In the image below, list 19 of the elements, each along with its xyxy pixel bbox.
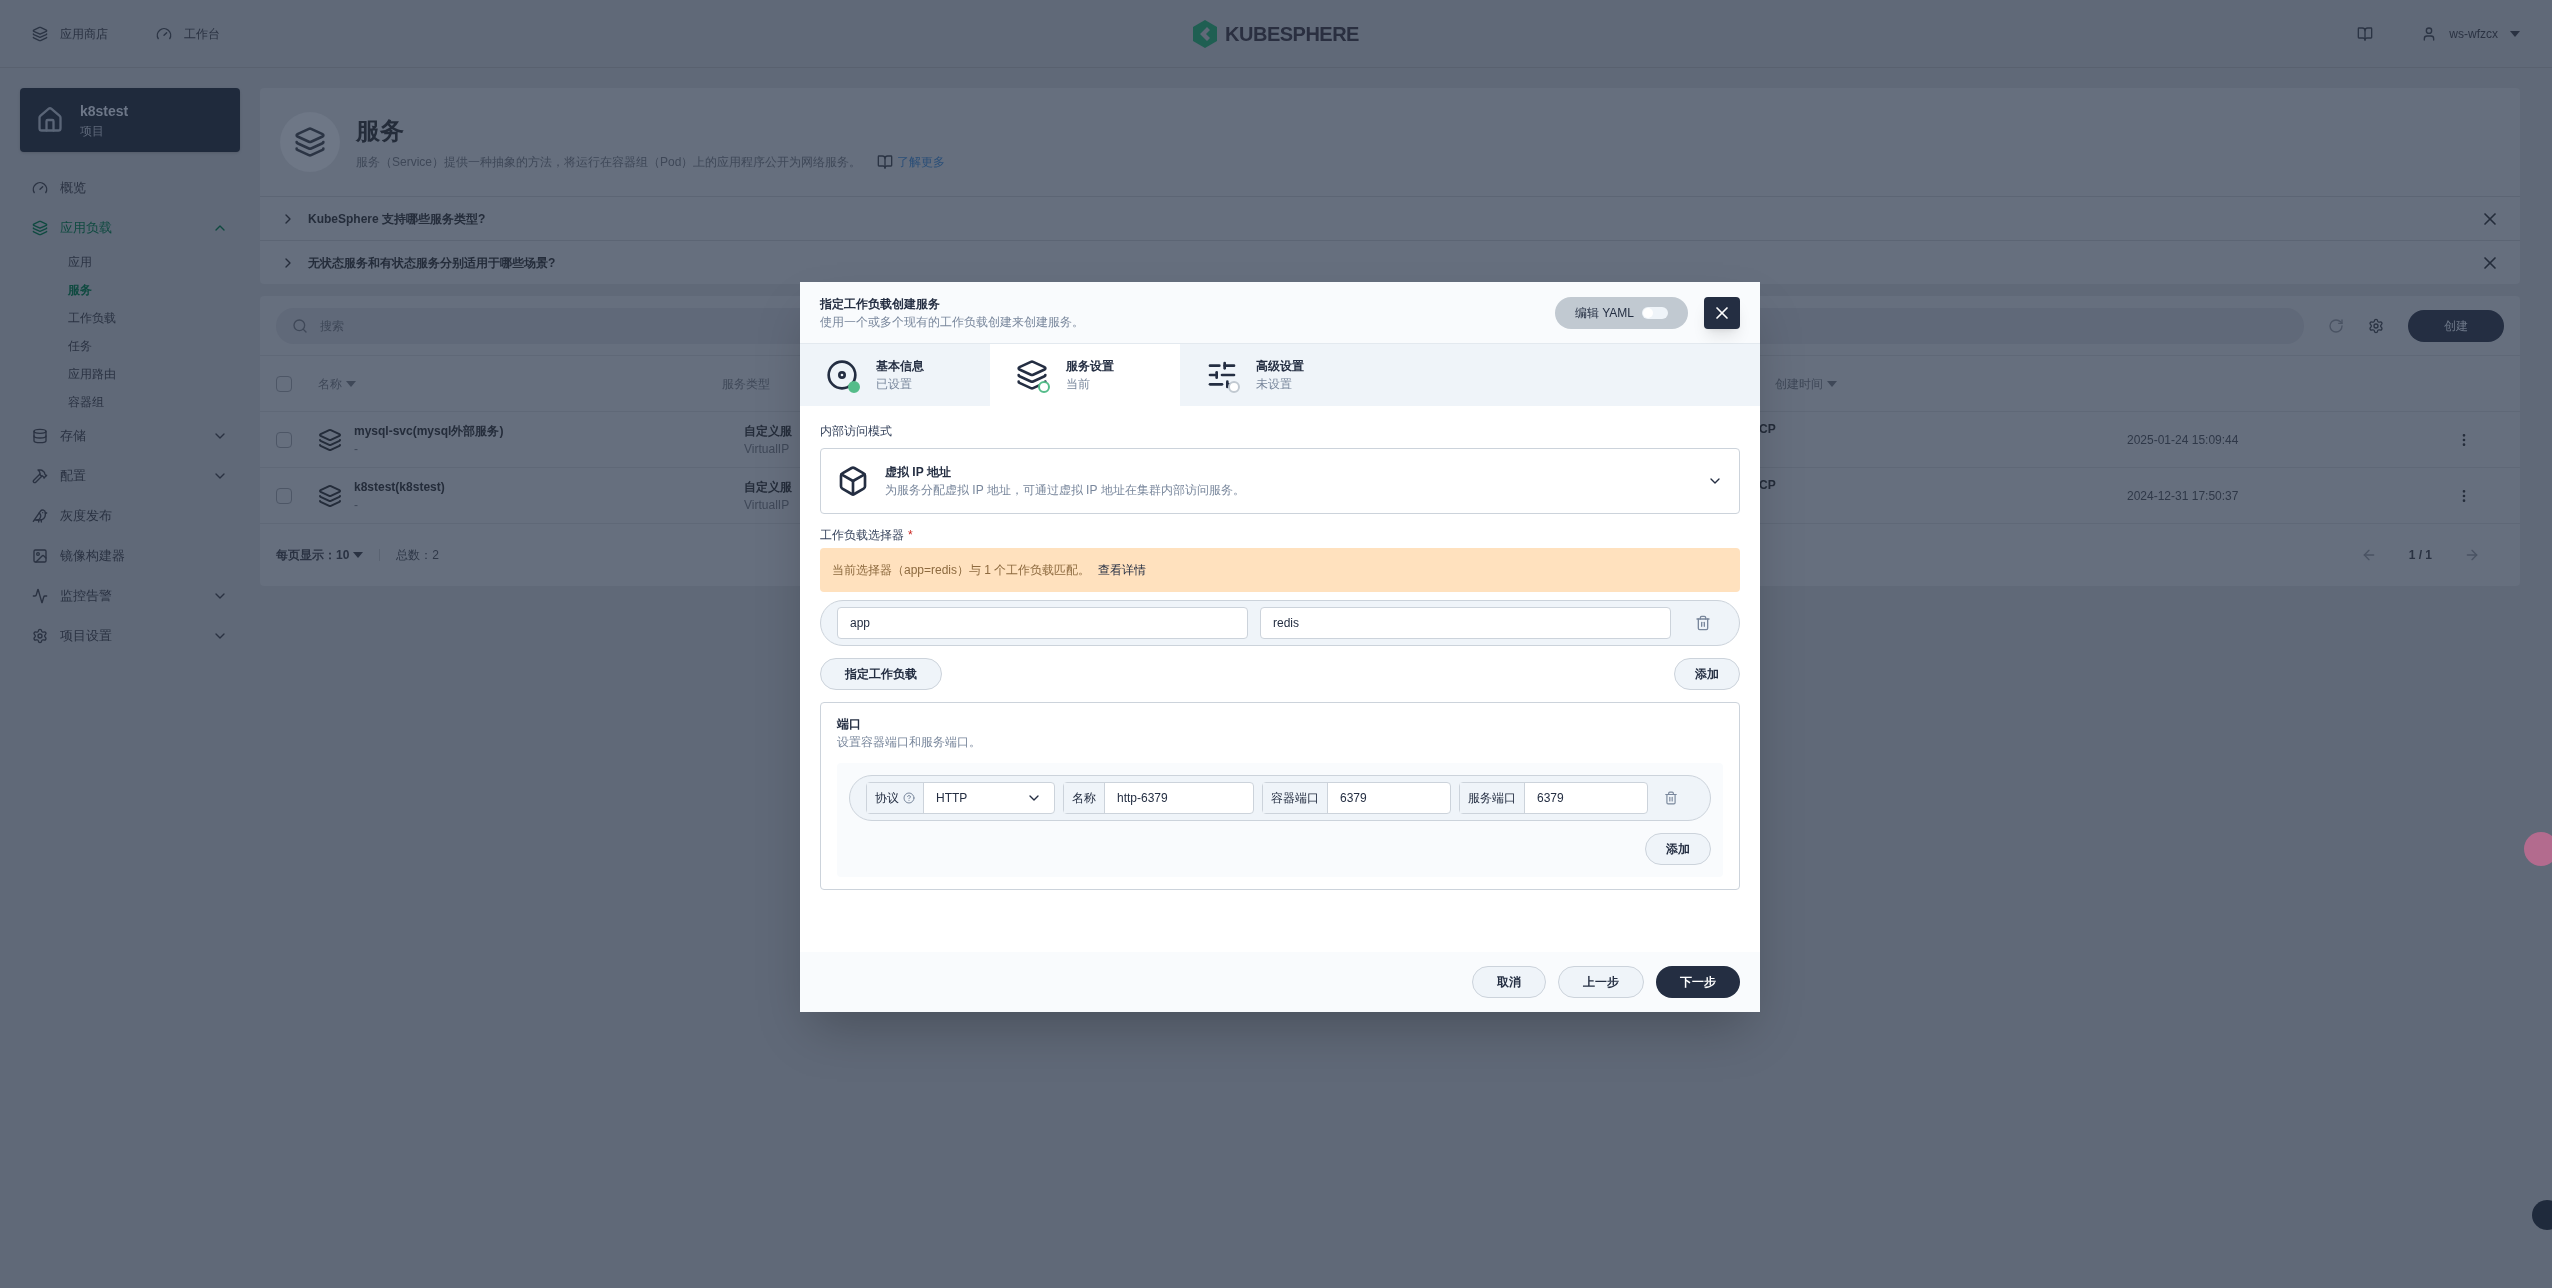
page-title: 服务 xyxy=(356,116,405,146)
dialog-subtitle: 使用一个或多个现有的工作负载创建来创建服务。 xyxy=(820,313,1085,331)
field-label: 内部访问模式 xyxy=(820,423,893,440)
field-label: 工作负载选择器 * xyxy=(820,527,914,544)
project-type: 项目 xyxy=(80,122,105,140)
created-time: 2024-12-31 17:50:37 xyxy=(2127,487,2240,505)
table-cell-text: CP xyxy=(1759,421,1777,438)
project-name: k8stest xyxy=(80,101,129,121)
page-indicator: 1 / 1 xyxy=(2408,547,2432,564)
ports-description: 设置容器端口和服务端口。 xyxy=(837,734,982,751)
match-notice: 当前选择器（app=redis）与 1 个工作负载匹配。 查看详情 xyxy=(820,548,1740,592)
service-type: 自定义服 xyxy=(744,478,792,496)
table-cell-text: CP xyxy=(1759,477,1777,494)
service-alias: - xyxy=(354,496,358,514)
dialog-title: 指定工作负载创建服务 xyxy=(820,295,941,313)
service-type: 自定义服 xyxy=(744,422,792,440)
ports-title: 端口 xyxy=(837,716,862,733)
logo-text: KUBESPHERE xyxy=(1225,21,1359,47)
service-alias: - xyxy=(354,440,358,458)
